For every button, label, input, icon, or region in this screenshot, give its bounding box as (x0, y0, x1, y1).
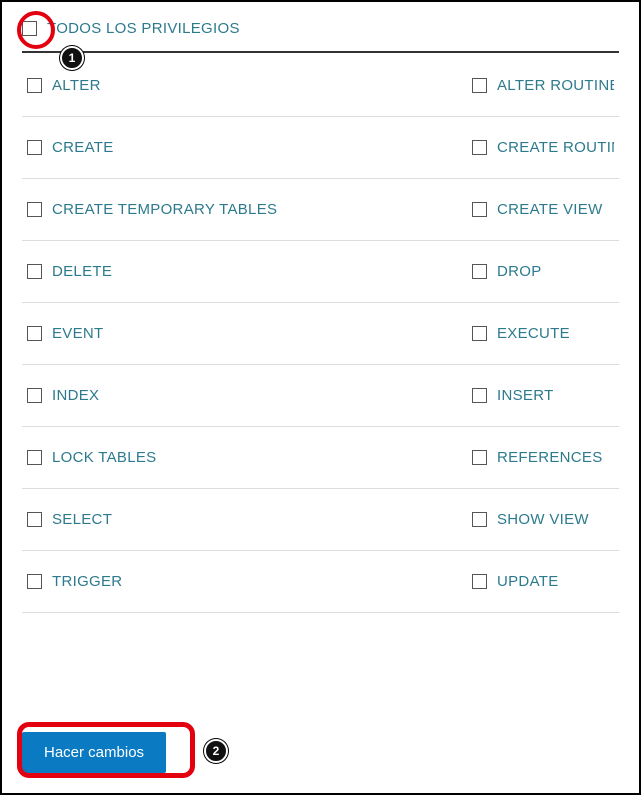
privilege-checkbox[interactable] (472, 388, 487, 403)
privilege-checkbox[interactable] (27, 140, 42, 155)
privilege-label: INDEX (52, 387, 99, 404)
privilege-cell: REFERENCES (467, 427, 619, 488)
privilege-cell: DELETE (22, 241, 467, 302)
annotation-badge-2: 2 (204, 739, 228, 763)
privilege-cell: CREATE VIEW (467, 179, 619, 240)
privilege-cell: INDEX (22, 365, 467, 426)
privilege-cell: CREATE (22, 117, 467, 178)
privilege-checkbox[interactable] (27, 574, 42, 589)
privilege-checkbox[interactable] (27, 78, 42, 93)
privilege-row: EVENT EXECUTE (22, 303, 619, 365)
privilege-cell: ALTER (22, 55, 467, 116)
privilege-row: DELETE DROP (22, 241, 619, 303)
privilege-cell: LOCK TABLES (22, 427, 467, 488)
all-privileges-label: TODOS LOS PRIVILEGIOS (47, 20, 240, 37)
privilege-label: REFERENCES (497, 449, 603, 466)
privilege-label: SHOW VIEW (497, 511, 589, 528)
privilege-label: UPDATE (497, 573, 559, 590)
privilege-label: ALTER ROUTINE (497, 77, 614, 94)
privilege-checkbox[interactable] (27, 388, 42, 403)
privilege-cell: SHOW VIEW (467, 489, 619, 550)
privilege-checkbox[interactable] (27, 264, 42, 279)
privilege-cell: CREATE ROUTIN (467, 117, 619, 178)
privilege-label: DROP (497, 263, 542, 280)
privilege-checkbox[interactable] (472, 78, 487, 93)
privilege-checkbox[interactable] (27, 512, 42, 527)
privilege-cell: DROP (467, 241, 619, 302)
privilege-label: DELETE (52, 263, 112, 280)
privilege-row: ALTER ALTER ROUTINE (22, 55, 619, 117)
privilege-row: TRIGGER UPDATE (22, 551, 619, 613)
privilege-cell: EVENT (22, 303, 467, 364)
privilege-label: EXECUTE (497, 325, 570, 342)
privilege-row: INDEX INSERT (22, 365, 619, 427)
all-privileges-checkbox[interactable] (22, 21, 37, 36)
privilege-label: CREATE TEMPORARY TABLES (52, 201, 277, 218)
privilege-label: TRIGGER (52, 573, 122, 590)
privilege-label: CREATE (52, 139, 114, 156)
privilege-checkbox[interactable] (472, 326, 487, 341)
privilege-cell: ALTER ROUTINE (467, 55, 619, 116)
privilege-checkbox[interactable] (27, 202, 42, 217)
privilege-checkbox[interactable] (472, 202, 487, 217)
privilege-checkbox[interactable] (27, 326, 42, 341)
privilege-cell: CREATE TEMPORARY TABLES (22, 179, 467, 240)
privilege-row: CREATE TEMPORARY TABLES CREATE VIEW (22, 179, 619, 241)
footer: Hacer cambios (22, 732, 166, 773)
privilege-label: CREATE VIEW (497, 201, 603, 218)
privilege-cell: EXECUTE (467, 303, 619, 364)
privilege-label: LOCK TABLES (52, 449, 156, 466)
privilege-cell: INSERT (467, 365, 619, 426)
privilege-cell: TRIGGER (22, 551, 467, 612)
privileges-panel: TODOS LOS PRIVILEGIOS ALTER ALTER ROUTIN… (2, 2, 639, 633)
privilege-checkbox[interactable] (472, 450, 487, 465)
privilege-cell: SELECT (22, 489, 467, 550)
privilege-checkbox[interactable] (472, 264, 487, 279)
privilege-checkbox[interactable] (472, 574, 487, 589)
privilege-label: EVENT (52, 325, 104, 342)
privilege-row: CREATE CREATE ROUTIN (22, 117, 619, 179)
privilege-label: INSERT (497, 387, 554, 404)
privilege-checkbox[interactable] (472, 140, 487, 155)
submit-button[interactable]: Hacer cambios (22, 732, 166, 773)
privilege-row: LOCK TABLES REFERENCES (22, 427, 619, 489)
all-privileges-row: TODOS LOS PRIVILEGIOS (22, 20, 619, 53)
privilege-label: CREATE ROUTIN (497, 139, 614, 156)
privilege-checkbox[interactable] (472, 512, 487, 527)
privilege-checkbox[interactable] (27, 450, 42, 465)
privilege-cell: UPDATE (467, 551, 619, 612)
privilege-label: SELECT (52, 511, 112, 528)
privilege-row: SELECT SHOW VIEW (22, 489, 619, 551)
privilege-label: ALTER (52, 77, 101, 94)
privileges-list: ALTER ALTER ROUTINE CREATE CREATE ROUTIN… (22, 55, 619, 613)
